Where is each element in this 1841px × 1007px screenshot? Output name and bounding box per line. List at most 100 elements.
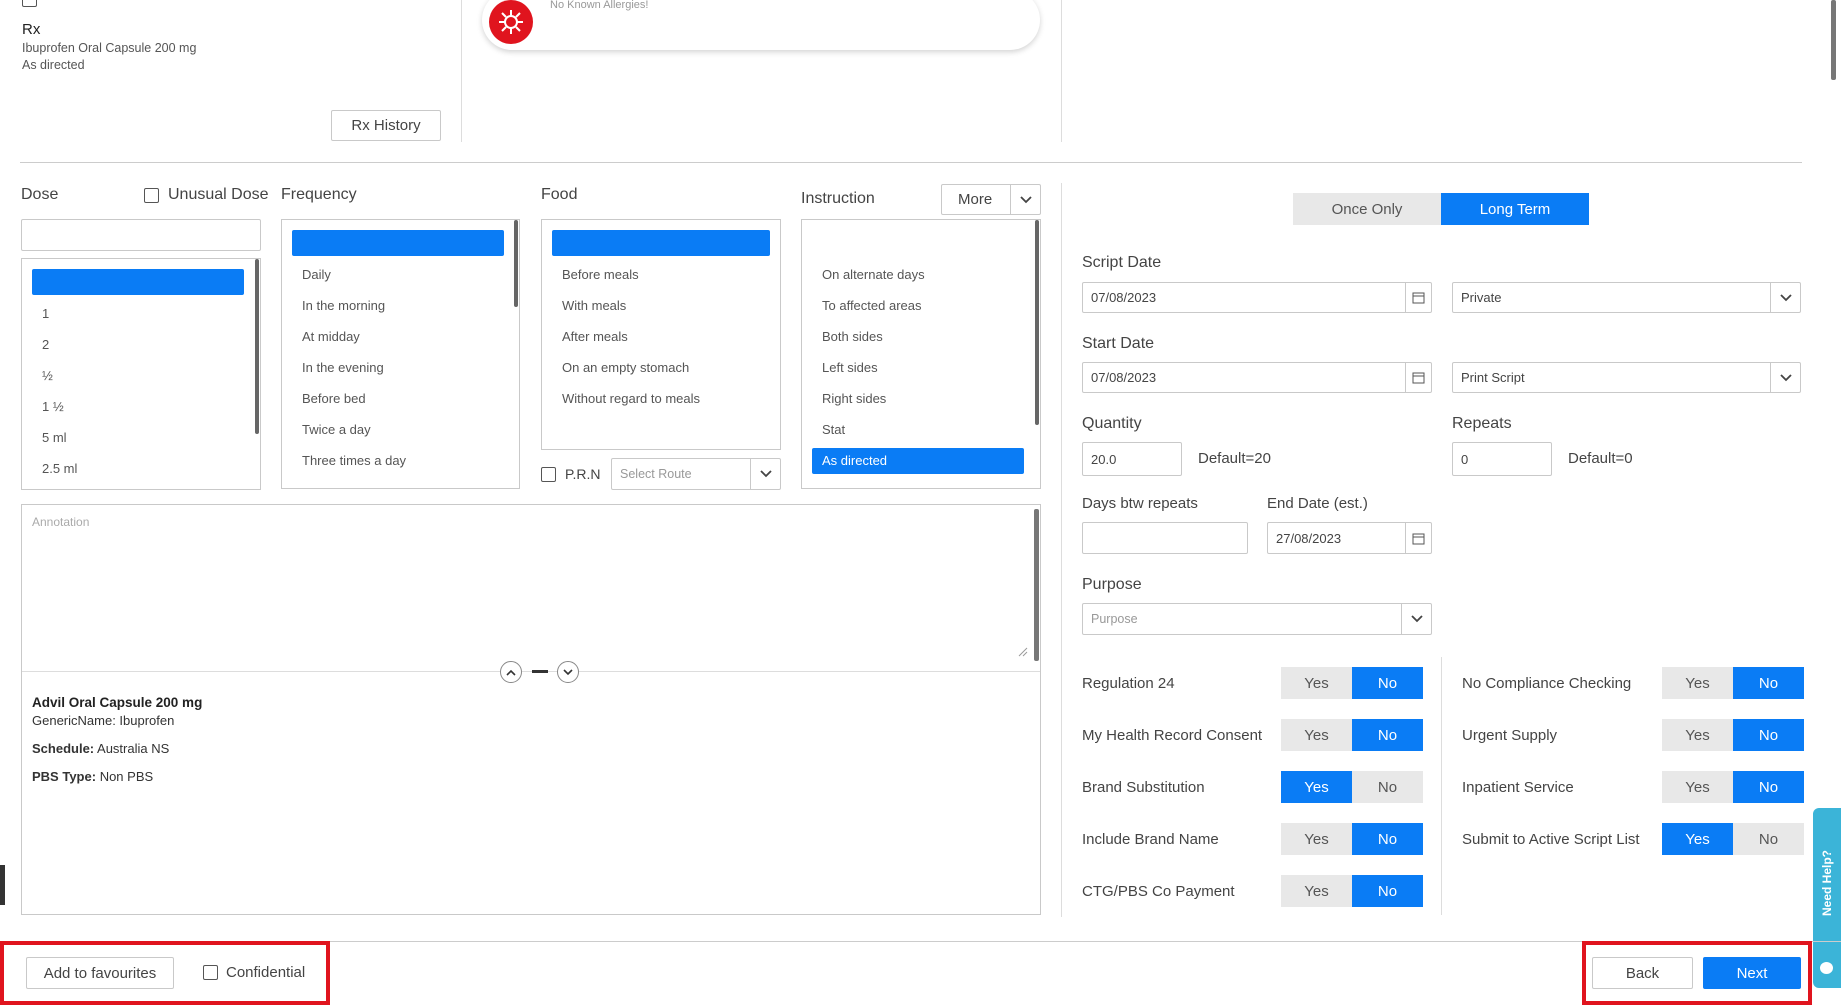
chevron-down-icon[interactable]: [1010, 185, 1040, 214]
dose-option-selected[interactable]: [32, 269, 244, 295]
no-option[interactable]: No: [1733, 771, 1804, 803]
yes-option[interactable]: Yes: [1662, 771, 1733, 803]
resize-grip-icon[interactable]: [1018, 645, 1028, 657]
frequency-option[interactable]: Twice a day: [302, 422, 371, 437]
duration-toggle[interactable]: Once Only Long Term: [1293, 193, 1589, 225]
instruction-option[interactable]: On alternate days: [822, 267, 925, 282]
once-only-button[interactable]: Once Only: [1293, 193, 1441, 225]
submit-active-script-toggle[interactable]: Yes No: [1662, 823, 1804, 855]
quantity-input[interactable]: 20.0: [1082, 442, 1182, 476]
days-btw-input[interactable]: [1082, 522, 1248, 554]
collapse-up-icon[interactable]: [500, 661, 522, 683]
dose-option[interactable]: 2.5 ml: [42, 461, 77, 476]
chevron-down-icon[interactable]: [750, 459, 780, 489]
annotation-input[interactable]: Annotation: [32, 515, 89, 529]
instruction-option[interactable]: Stat: [822, 422, 845, 437]
script-type-select[interactable]: Private: [1452, 282, 1801, 313]
frequency-list[interactable]: Daily In the morning At midday In the ev…: [281, 219, 520, 489]
food-list[interactable]: Before meals With meals After meals On a…: [541, 219, 781, 450]
yes-option[interactable]: Yes: [1281, 719, 1352, 751]
brand-substitution-toggle[interactable]: Yes No: [1281, 771, 1423, 803]
food-option[interactable]: Without regard to meals: [562, 391, 700, 406]
purpose-select[interactable]: Purpose: [1082, 603, 1432, 635]
yes-option[interactable]: Yes: [1662, 823, 1733, 855]
calendar-icon[interactable]: [1405, 523, 1431, 553]
more-button[interactable]: More: [941, 184, 1041, 215]
frequency-scrollbar[interactable]: [514, 220, 518, 307]
dose-input[interactable]: [21, 219, 261, 251]
top-checkbox[interactable]: [22, 0, 37, 7]
inpatient-service-toggle[interactable]: Yes No: [1662, 771, 1804, 803]
dose-scrollbar[interactable]: [255, 259, 259, 434]
no-option[interactable]: No: [1352, 823, 1423, 855]
chevron-down-icon[interactable]: [1401, 604, 1431, 634]
instruction-option[interactable]: Right sides: [822, 391, 886, 406]
ctg-pbs-copayment-toggle[interactable]: Yes No: [1281, 875, 1423, 907]
route-select[interactable]: Select Route: [611, 458, 781, 490]
instruction-option[interactable]: As directed: [822, 453, 887, 468]
yes-option[interactable]: Yes: [1281, 771, 1352, 803]
food-option[interactable]: After meals: [562, 329, 628, 344]
unusual-dose-checkbox[interactable]: [144, 188, 159, 203]
no-option[interactable]: No: [1733, 719, 1804, 751]
dose-option[interactable]: 5 ml: [42, 430, 67, 445]
need-help-tab[interactable]: Need Help?: [1813, 808, 1841, 988]
start-date-input[interactable]: 07/08/2023: [1082, 362, 1432, 393]
dose-option[interactable]: 1: [42, 306, 49, 321]
no-option[interactable]: No: [1733, 823, 1804, 855]
calendar-icon[interactable]: [1405, 363, 1431, 392]
frequency-option-selected[interactable]: [292, 230, 504, 256]
health-record-consent-toggle[interactable]: Yes No: [1281, 719, 1423, 751]
dose-option[interactable]: 1 ½: [42, 399, 64, 414]
script-date-input[interactable]: 07/08/2023: [1082, 282, 1432, 313]
frequency-option[interactable]: Daily: [302, 267, 331, 282]
no-option[interactable]: No: [1352, 719, 1423, 751]
no-compliance-checking-toggle[interactable]: Yes No: [1662, 667, 1804, 699]
dose-option[interactable]: ½: [42, 368, 53, 383]
food-option[interactable]: With meals: [562, 298, 626, 313]
include-brand-name-toggle[interactable]: Yes No: [1281, 823, 1423, 855]
instruction-option[interactable]: Both sides: [822, 329, 883, 344]
expand-down-icon[interactable]: [557, 661, 579, 683]
frequency-option[interactable]: In the evening: [302, 360, 384, 375]
start-date-value: 07/08/2023: [1091, 370, 1157, 385]
no-option[interactable]: No: [1352, 771, 1423, 803]
frequency-option[interactable]: Before bed: [302, 391, 366, 406]
prn-checkbox[interactable]: [541, 467, 556, 482]
instruction-list[interactable]: On alternate days To affected areas Both…: [801, 219, 1041, 489]
instruction-option[interactable]: Left sides: [822, 360, 878, 375]
yes-option[interactable]: Yes: [1281, 823, 1352, 855]
frequency-option[interactable]: In the morning: [302, 298, 385, 313]
no-option[interactable]: No: [1352, 875, 1423, 907]
instruction-scrollbar[interactable]: [1035, 220, 1039, 425]
yes-option[interactable]: Yes: [1281, 667, 1352, 699]
drag-handle-icon[interactable]: [532, 670, 548, 673]
annotation-scrollbar[interactable]: [1034, 509, 1039, 661]
urgent-supply-toggle[interactable]: Yes No: [1662, 719, 1804, 751]
frequency-option[interactable]: Three times a day: [302, 453, 406, 468]
no-option[interactable]: No: [1733, 667, 1804, 699]
print-option-select[interactable]: Print Script: [1452, 362, 1801, 393]
dose-option[interactable]: 2: [42, 337, 49, 352]
repeats-input[interactable]: 0: [1452, 442, 1552, 476]
toggle-label: Submit to Active Script List: [1462, 831, 1640, 848]
script-date-label: Script Date: [1082, 254, 1162, 271]
yes-option[interactable]: Yes: [1662, 667, 1733, 699]
chevron-down-icon[interactable]: [1770, 363, 1800, 392]
long-term-button[interactable]: Long Term: [1441, 193, 1589, 225]
food-option[interactable]: Before meals: [562, 267, 639, 282]
instruction-option[interactable]: To affected areas: [822, 298, 922, 313]
chevron-down-icon[interactable]: [1770, 283, 1800, 312]
dose-list[interactable]: 1 2 ½ 1 ½ 5 ml 2.5 ml: [21, 258, 261, 490]
yes-option[interactable]: Yes: [1281, 875, 1352, 907]
calendar-icon[interactable]: [1405, 283, 1431, 312]
food-option-selected[interactable]: [552, 230, 770, 256]
right-scrollbar[interactable]: [1827, 0, 1841, 120]
rx-history-button[interactable]: Rx History: [331, 110, 441, 141]
end-date-input[interactable]: 27/08/2023: [1267, 522, 1432, 554]
frequency-option[interactable]: At midday: [302, 329, 360, 344]
regulation-24-toggle[interactable]: Yes No: [1281, 667, 1423, 699]
yes-option[interactable]: Yes: [1662, 719, 1733, 751]
food-option[interactable]: On an empty stomach: [562, 360, 689, 375]
no-option[interactable]: No: [1352, 667, 1423, 699]
